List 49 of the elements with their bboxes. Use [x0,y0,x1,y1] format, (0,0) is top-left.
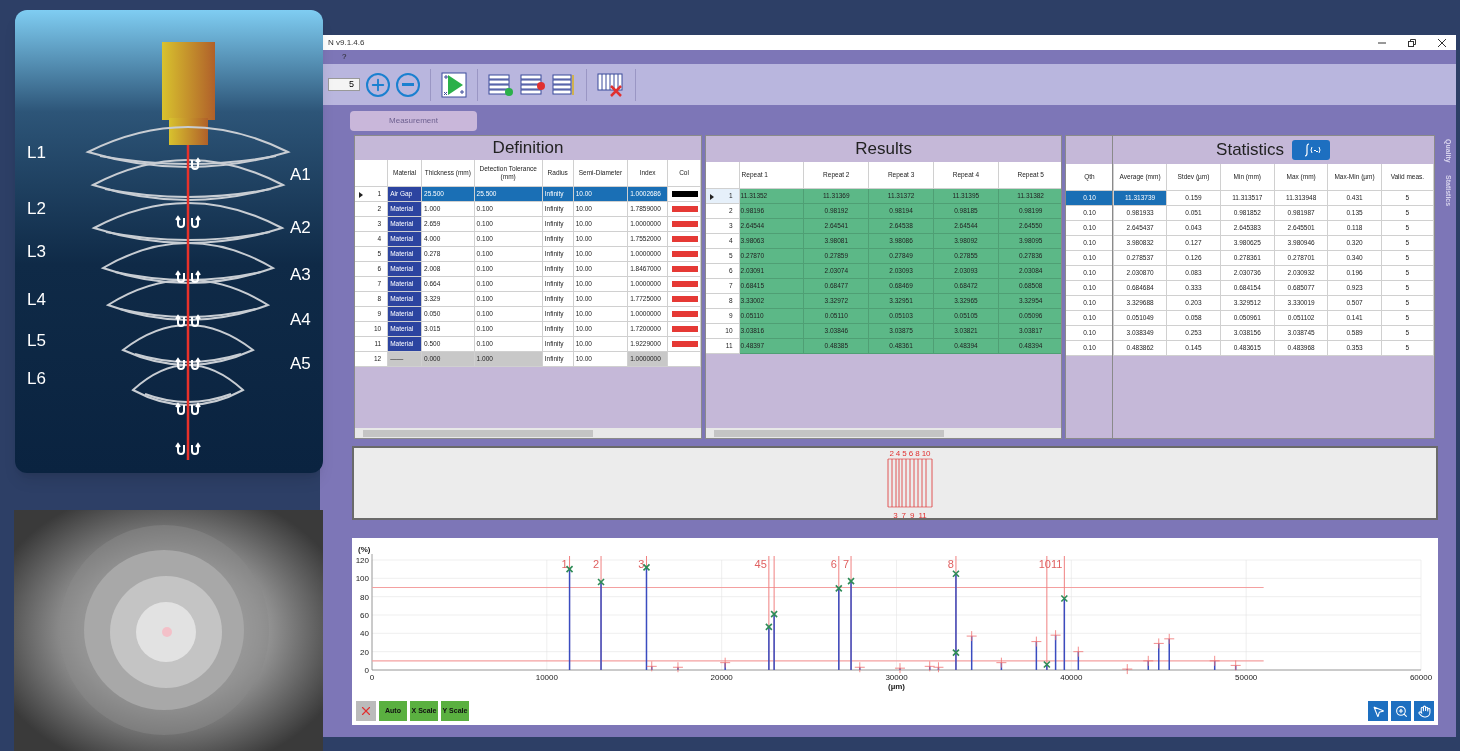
gap-label: A4 [290,309,311,331]
lens-label: L5 [27,330,46,352]
lens-label: L3 [27,241,46,263]
tick-label: 60 [360,611,369,620]
peak-number: 2 [592,558,600,570]
layer-number: 9 [910,511,915,520]
peak-number: 45 [754,558,767,570]
panel-title: Statistics [1216,139,1285,162]
gap-label: A5 [290,353,311,375]
tick-label: 10000 [535,673,558,682]
layer-number: 2 [889,449,894,458]
layer-number: 11 [918,511,927,520]
tick-label: 0 [369,673,375,682]
panel-title: Results [854,138,913,160]
layer-number: 4 [895,449,901,458]
peak-number: 3 [638,558,645,570]
gap-label: A3 [290,264,311,286]
panel-title: Definition [491,137,565,159]
layer-number: 6 [908,449,914,458]
tick-label: 50000 [1235,673,1258,682]
gap-label: A1 [290,164,311,186]
tick-label: 20 [360,647,369,657]
gap-label: A2 [290,217,311,239]
tick-label: 0 [364,666,369,675]
lens-label: L4 [27,289,46,311]
peak-number: 6 [830,558,837,570]
peak-number: 7 [842,558,850,570]
layer-number: 8 [915,449,920,458]
layer-number: 7 [901,511,907,520]
tick-label: 60000 [1409,673,1433,682]
tick-label: 20000 [710,673,733,682]
tick-label: 80 [360,592,369,602]
peak-number: 1 [561,558,568,570]
layer-number: 3 [893,511,898,520]
tick-label: 40000 [1060,673,1083,682]
tick-label: 40 [360,629,369,639]
tick-label: 120 [355,556,369,565]
lens-label: L1 [27,142,46,164]
y-axis-label: (%) [358,545,371,554]
window-title: N v9.1.4.6 [327,36,365,49]
layer-number: 10 [921,449,931,458]
lens-label: L6 [27,368,46,390]
tick-label: 30000 [885,673,908,682]
peak-number: 8 [947,558,954,570]
lens-label: L2 [27,198,46,220]
layer-number: 5 [902,449,907,458]
tick-label: 100 [355,574,369,584]
x-axis-label: (µm) [887,682,906,691]
peak-number: 1011 [1038,558,1063,570]
